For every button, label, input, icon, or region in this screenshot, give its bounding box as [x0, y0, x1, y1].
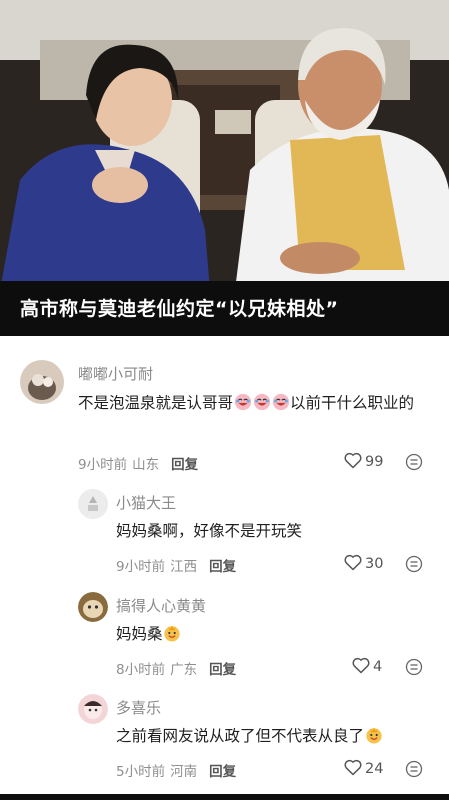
- more-options-icon: [405, 453, 423, 471]
- default-avatar-icon: [78, 489, 108, 519]
- comment-meta: 9小时前 江西 回复: [116, 555, 236, 575]
- comment-time: 5小时前: [116, 764, 166, 780]
- comment-item: 小猫大王 妈妈桑啊，好像不是开玩笑 9小时前 江西 回复 30: [0, 486, 449, 581]
- comment-location: 山东: [132, 457, 160, 473]
- comment-text-part: 之前看网友说从政了但不代表从良了: [116, 727, 365, 745]
- bottom-border: [0, 794, 449, 800]
- comment-location: 江西: [170, 559, 198, 575]
- laughing-face-emoji: [253, 393, 270, 411]
- like-count: 24: [365, 761, 384, 777]
- comment-meta: 9小时前 山东 回复: [78, 453, 198, 473]
- comment-username[interactable]: 小猫大王: [116, 492, 176, 513]
- comment-text: 妈妈桑啊，好像不是开玩笑: [116, 522, 303, 540]
- more-options-icon: [405, 555, 423, 573]
- comment-item: 搞得人心黄黄 妈妈桑 8小时前 广东 回复 4: [0, 589, 449, 684]
- news-headline: 高市称与莫迪老仙约定“以兄妹相处”: [0, 281, 449, 336]
- smiling-face-emoji: [365, 727, 382, 744]
- heart-outline-icon: [344, 554, 362, 571]
- reply-button[interactable]: 回复: [209, 662, 236, 678]
- comment-meta: 5小时前 河南 回复: [116, 760, 236, 780]
- comment-text: 妈妈桑: [116, 622, 436, 647]
- comment-text-part: 不是泡温泉就是认哥哥: [78, 394, 234, 412]
- laughing-face-emoji: [272, 393, 289, 411]
- comment-item: 多喜乐 之前看网友说从政了但不代表从良了 5小时前 河南 回复 24: [0, 691, 449, 791]
- like-button[interactable]: 99: [344, 452, 383, 470]
- comment-time: 9小时前: [78, 457, 128, 473]
- more-options-button[interactable]: [405, 555, 423, 577]
- heart-outline-icon: [344, 759, 362, 776]
- news-photo: 高市称与莫迪老仙约定“以兄妹相处”: [0, 0, 449, 336]
- smiling-face-emoji: [164, 625, 180, 642]
- like-count: 4: [373, 659, 383, 675]
- comment-list: 嘟嘟小可耐 不是泡温泉就是认哥哥 以前干什么职业的 9小时前 山东 回复 99 小猫大…: [0, 336, 449, 800]
- comment-username[interactable]: 嘟嘟小可耐: [78, 363, 153, 384]
- more-options-button[interactable]: [405, 658, 423, 680]
- comment-username[interactable]: 多喜乐: [116, 697, 161, 718]
- comment-time: 8小时前: [116, 662, 166, 678]
- heart-outline-icon: [344, 452, 362, 469]
- more-options-icon: [405, 760, 423, 778]
- more-options-button[interactable]: [405, 760, 423, 782]
- comment-text: 之前看网友说从政了但不代表从良了: [116, 724, 436, 749]
- reply-button[interactable]: 回复: [209, 764, 236, 780]
- avatar[interactable]: [78, 592, 108, 622]
- like-button[interactable]: 30: [344, 554, 383, 572]
- avatar[interactable]: [20, 360, 64, 404]
- comment-time: 9小时前: [116, 559, 166, 575]
- comment-text: 不是泡温泉就是认哥哥 以前干什么职业的: [78, 391, 433, 416]
- like-button[interactable]: 24: [344, 759, 383, 777]
- comment-text-part: 妈妈桑: [116, 625, 163, 643]
- laughing-face-emoji: [234, 393, 251, 411]
- comment-text-part: 以前干什么职业的: [290, 394, 415, 412]
- comment-username[interactable]: 搞得人心黄黄: [116, 595, 206, 616]
- photo-illustration: [0, 0, 449, 290]
- heart-outline-icon: [352, 657, 370, 674]
- reply-button[interactable]: 回复: [209, 559, 236, 575]
- reply-button[interactable]: 回复: [171, 457, 198, 473]
- like-count: 30: [365, 556, 384, 572]
- more-options-button[interactable]: [405, 453, 423, 475]
- avatar[interactable]: [78, 489, 108, 519]
- comment-item: 嘟嘟小可耐 不是泡温泉就是认哥哥 以前干什么职业的 9小时前 山东 回复 99: [0, 336, 449, 476]
- like-button[interactable]: 4: [352, 657, 382, 675]
- like-count: 99: [365, 454, 384, 470]
- comment-location: 广东: [170, 662, 198, 678]
- comment-location: 河南: [170, 764, 198, 780]
- comment-meta: 8小时前 广东 回复: [116, 658, 236, 678]
- more-options-icon: [405, 658, 423, 676]
- avatar[interactable]: [78, 694, 108, 724]
